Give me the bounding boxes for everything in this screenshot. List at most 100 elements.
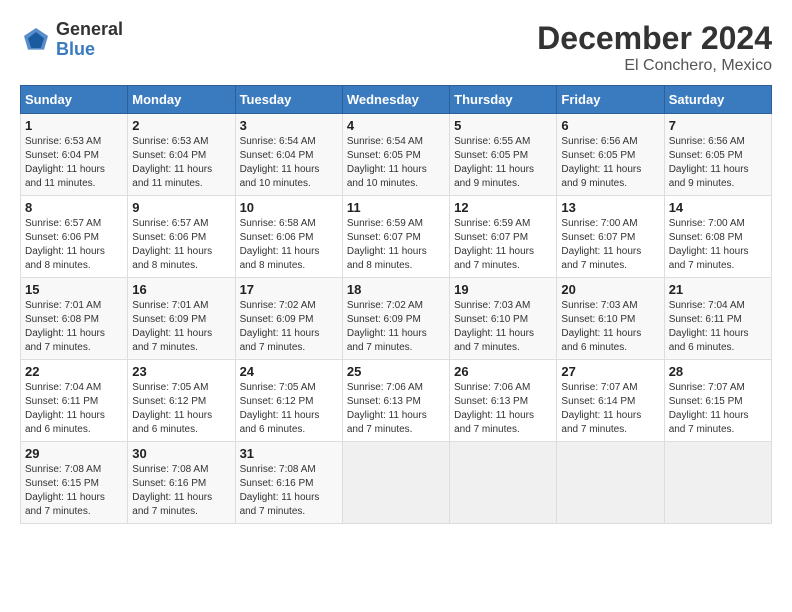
day-info: Sunrise: 7:03 AM Sunset: 6:10 PM Dayligh… — [561, 299, 659, 355]
day-info: Sunrise: 6:59 AM Sunset: 6:07 PM Dayligh… — [347, 217, 445, 273]
location-subtitle: El Conchero, Mexico — [537, 57, 772, 75]
day-number: 21 — [669, 282, 767, 297]
day-number: 3 — [240, 118, 338, 133]
day-info: Sunrise: 7:00 AM Sunset: 6:08 PM Dayligh… — [669, 217, 767, 273]
table-row: 10 Sunrise: 6:58 AM Sunset: 6:06 PM Dayl… — [235, 196, 342, 278]
day-info: Sunrise: 6:55 AM Sunset: 6:05 PM Dayligh… — [454, 135, 552, 191]
day-info: Sunrise: 6:57 AM Sunset: 6:06 PM Dayligh… — [132, 217, 230, 273]
header-wednesday: Wednesday — [342, 86, 449, 114]
logo-text: General Blue — [56, 20, 123, 60]
day-number: 24 — [240, 364, 338, 379]
day-number: 8 — [25, 200, 123, 215]
day-number: 15 — [25, 282, 123, 297]
table-row: 30 Sunrise: 7:08 AM Sunset: 6:16 PM Dayl… — [128, 442, 235, 524]
day-info: Sunrise: 7:02 AM Sunset: 6:09 PM Dayligh… — [347, 299, 445, 355]
day-number: 2 — [132, 118, 230, 133]
table-row: 29 Sunrise: 7:08 AM Sunset: 6:15 PM Dayl… — [21, 442, 128, 524]
table-row — [664, 442, 771, 524]
table-row: 22 Sunrise: 7:04 AM Sunset: 6:11 PM Dayl… — [21, 360, 128, 442]
day-info: Sunrise: 6:57 AM Sunset: 6:06 PM Dayligh… — [25, 217, 123, 273]
table-row: 3 Sunrise: 6:54 AM Sunset: 6:04 PM Dayli… — [235, 114, 342, 196]
header-sunday: Sunday — [21, 86, 128, 114]
table-row: 13 Sunrise: 7:00 AM Sunset: 6:07 PM Dayl… — [557, 196, 664, 278]
table-row: 14 Sunrise: 7:00 AM Sunset: 6:08 PM Dayl… — [664, 196, 771, 278]
day-info: Sunrise: 7:04 AM Sunset: 6:11 PM Dayligh… — [25, 381, 123, 437]
day-number: 9 — [132, 200, 230, 215]
day-info: Sunrise: 6:53 AM Sunset: 6:04 PM Dayligh… — [25, 135, 123, 191]
day-info: Sunrise: 6:58 AM Sunset: 6:06 PM Dayligh… — [240, 217, 338, 273]
day-number: 30 — [132, 446, 230, 461]
title-area: December 2024 El Conchero, Mexico — [537, 20, 772, 75]
day-info: Sunrise: 7:07 AM Sunset: 6:15 PM Dayligh… — [669, 381, 767, 437]
header-friday: Friday — [557, 86, 664, 114]
day-number: 31 — [240, 446, 338, 461]
day-info: Sunrise: 6:56 AM Sunset: 6:05 PM Dayligh… — [561, 135, 659, 191]
day-number: 1 — [25, 118, 123, 133]
table-row: 27 Sunrise: 7:07 AM Sunset: 6:14 PM Dayl… — [557, 360, 664, 442]
table-row — [557, 442, 664, 524]
table-row: 21 Sunrise: 7:04 AM Sunset: 6:11 PM Dayl… — [664, 278, 771, 360]
day-number: 23 — [132, 364, 230, 379]
day-info: Sunrise: 7:08 AM Sunset: 6:15 PM Dayligh… — [25, 463, 123, 519]
calendar-week-row: 15 Sunrise: 7:01 AM Sunset: 6:08 PM Dayl… — [21, 278, 772, 360]
day-number: 16 — [132, 282, 230, 297]
day-number: 19 — [454, 282, 552, 297]
logo-icon — [20, 24, 52, 56]
table-row: 15 Sunrise: 7:01 AM Sunset: 6:08 PM Dayl… — [21, 278, 128, 360]
header-thursday: Thursday — [450, 86, 557, 114]
table-row: 9 Sunrise: 6:57 AM Sunset: 6:06 PM Dayli… — [128, 196, 235, 278]
day-info: Sunrise: 7:06 AM Sunset: 6:13 PM Dayligh… — [454, 381, 552, 437]
calendar-week-row: 1 Sunrise: 6:53 AM Sunset: 6:04 PM Dayli… — [21, 114, 772, 196]
table-row — [450, 442, 557, 524]
logo: General Blue — [20, 20, 123, 60]
day-number: 10 — [240, 200, 338, 215]
table-row: 23 Sunrise: 7:05 AM Sunset: 6:12 PM Dayl… — [128, 360, 235, 442]
day-info: Sunrise: 7:08 AM Sunset: 6:16 PM Dayligh… — [132, 463, 230, 519]
day-info: Sunrise: 7:05 AM Sunset: 6:12 PM Dayligh… — [240, 381, 338, 437]
table-row: 16 Sunrise: 7:01 AM Sunset: 6:09 PM Dayl… — [128, 278, 235, 360]
day-number: 20 — [561, 282, 659, 297]
table-row: 20 Sunrise: 7:03 AM Sunset: 6:10 PM Dayl… — [557, 278, 664, 360]
header-saturday: Saturday — [664, 86, 771, 114]
table-row: 31 Sunrise: 7:08 AM Sunset: 6:16 PM Dayl… — [235, 442, 342, 524]
day-number: 26 — [454, 364, 552, 379]
table-row: 8 Sunrise: 6:57 AM Sunset: 6:06 PM Dayli… — [21, 196, 128, 278]
day-info: Sunrise: 7:03 AM Sunset: 6:10 PM Dayligh… — [454, 299, 552, 355]
table-row: 19 Sunrise: 7:03 AM Sunset: 6:10 PM Dayl… — [450, 278, 557, 360]
table-row: 25 Sunrise: 7:06 AM Sunset: 6:13 PM Dayl… — [342, 360, 449, 442]
day-info: Sunrise: 7:05 AM Sunset: 6:12 PM Dayligh… — [132, 381, 230, 437]
day-number: 29 — [25, 446, 123, 461]
day-info: Sunrise: 7:07 AM Sunset: 6:14 PM Dayligh… — [561, 381, 659, 437]
table-row: 2 Sunrise: 6:53 AM Sunset: 6:04 PM Dayli… — [128, 114, 235, 196]
day-number: 28 — [669, 364, 767, 379]
table-row: 1 Sunrise: 6:53 AM Sunset: 6:04 PM Dayli… — [21, 114, 128, 196]
day-number: 7 — [669, 118, 767, 133]
day-number: 18 — [347, 282, 445, 297]
day-number: 25 — [347, 364, 445, 379]
weekday-header-row: Sunday Monday Tuesday Wednesday Thursday… — [21, 86, 772, 114]
day-number: 6 — [561, 118, 659, 133]
header-monday: Monday — [128, 86, 235, 114]
day-number: 22 — [25, 364, 123, 379]
table-row: 5 Sunrise: 6:55 AM Sunset: 6:05 PM Dayli… — [450, 114, 557, 196]
month-title: December 2024 — [537, 20, 772, 57]
calendar-week-row: 8 Sunrise: 6:57 AM Sunset: 6:06 PM Dayli… — [21, 196, 772, 278]
day-info: Sunrise: 7:04 AM Sunset: 6:11 PM Dayligh… — [669, 299, 767, 355]
day-number: 11 — [347, 200, 445, 215]
day-info: Sunrise: 6:53 AM Sunset: 6:04 PM Dayligh… — [132, 135, 230, 191]
header-tuesday: Tuesday — [235, 86, 342, 114]
day-number: 12 — [454, 200, 552, 215]
table-row: 12 Sunrise: 6:59 AM Sunset: 6:07 PM Dayl… — [450, 196, 557, 278]
day-number: 4 — [347, 118, 445, 133]
calendar-week-row: 29 Sunrise: 7:08 AM Sunset: 6:15 PM Dayl… — [21, 442, 772, 524]
table-row: 24 Sunrise: 7:05 AM Sunset: 6:12 PM Dayl… — [235, 360, 342, 442]
day-info: Sunrise: 6:54 AM Sunset: 6:04 PM Dayligh… — [240, 135, 338, 191]
day-info: Sunrise: 7:01 AM Sunset: 6:08 PM Dayligh… — [25, 299, 123, 355]
day-info: Sunrise: 6:59 AM Sunset: 6:07 PM Dayligh… — [454, 217, 552, 273]
page-header: General Blue December 2024 El Conchero, … — [20, 20, 772, 75]
day-info: Sunrise: 6:56 AM Sunset: 6:05 PM Dayligh… — [669, 135, 767, 191]
table-row: 18 Sunrise: 7:02 AM Sunset: 6:09 PM Dayl… — [342, 278, 449, 360]
day-number: 13 — [561, 200, 659, 215]
day-info: Sunrise: 7:08 AM Sunset: 6:16 PM Dayligh… — [240, 463, 338, 519]
table-row: 6 Sunrise: 6:56 AM Sunset: 6:05 PM Dayli… — [557, 114, 664, 196]
